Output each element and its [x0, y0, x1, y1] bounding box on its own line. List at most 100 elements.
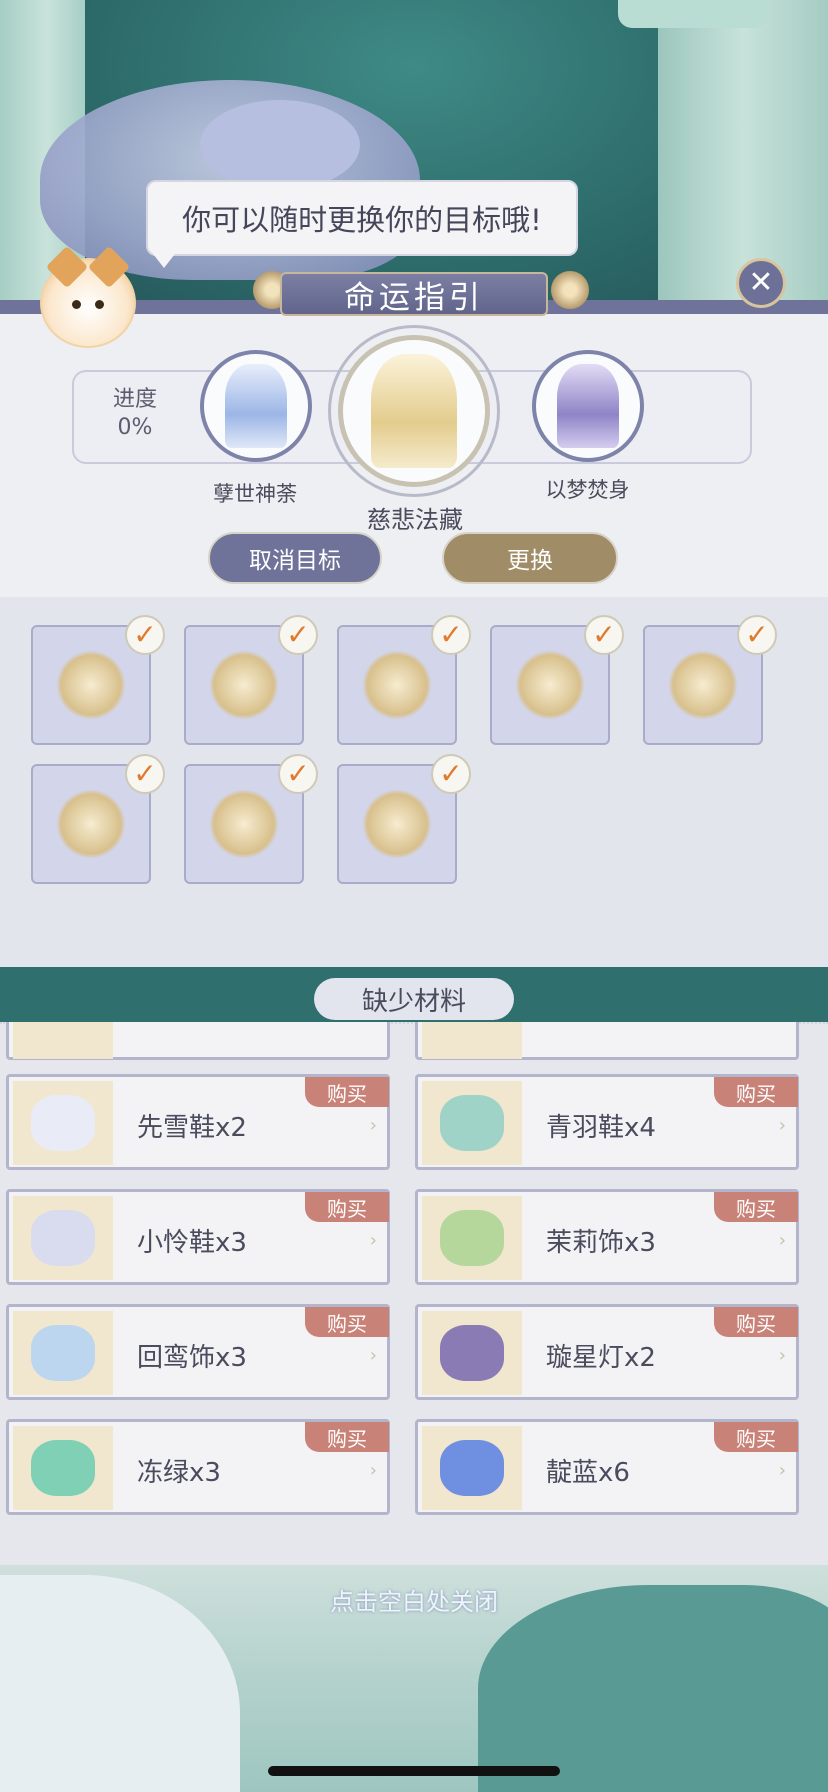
close-icon: ✕: [748, 265, 774, 300]
check-icon: ✓: [737, 615, 777, 655]
progress-label: 进度: [112, 387, 157, 412]
material-name: 小怜鞋x3: [137, 1228, 247, 1258]
material-card[interactable]: 青羽鞋x4 购买 ›: [415, 1074, 799, 1170]
chevron-right-icon: ›: [778, 1345, 786, 1366]
buy-button[interactable]: 购买: [305, 1192, 389, 1222]
green-shoes-icon: [440, 1095, 504, 1151]
earrings-icon: [209, 650, 279, 720]
material-thumb: [13, 1081, 113, 1165]
buy-button[interactable]: 购买: [714, 1192, 798, 1222]
material-card[interactable]: 茉莉饰x3 购买 ›: [415, 1189, 799, 1285]
buy-button[interactable]: 购买: [714, 1077, 798, 1107]
jasmine-ornament-icon: [440, 1210, 504, 1266]
check-icon: ✓: [584, 615, 624, 655]
material-thumb: [422, 1196, 522, 1280]
owned-item-ear-drops[interactable]: ✓: [31, 754, 165, 884]
material-thumb: [422, 1081, 522, 1165]
owned-item-hair[interactable]: ✓: [31, 615, 165, 745]
cancel-target-button[interactable]: 取消目标: [208, 532, 382, 584]
buy-button[interactable]: 购买: [305, 1307, 389, 1337]
flower-ornament-icon: [548, 268, 592, 312]
outfit-name-left: 孽世神荼: [213, 482, 297, 506]
outfit-option-left[interactable]: [200, 350, 312, 462]
change-target-button[interactable]: 更换: [442, 532, 618, 584]
buy-button[interactable]: 购买: [305, 1422, 389, 1452]
material-card[interactable]: 璇星灯x2 购买 ›: [415, 1304, 799, 1400]
chevron-right-icon: ›: [778, 1230, 786, 1251]
material-name: 璇星灯x2: [546, 1343, 656, 1373]
hair-icon: [56, 650, 126, 720]
chevron-right-icon: ›: [369, 1115, 377, 1136]
check-icon: ✓: [431, 615, 471, 655]
owned-item-shoes[interactable]: ✓: [490, 615, 624, 745]
material-thumb: [422, 1022, 522, 1059]
close-button[interactable]: ✕: [736, 258, 786, 308]
buy-button[interactable]: 购买: [305, 1077, 389, 1107]
materials-list[interactable]: 先雪鞋x2 购买 › 青羽鞋x4 购买 › 小怜鞋x3 购买 › 茉莉饰x3 购…: [0, 1022, 828, 1546]
owned-item-dress[interactable]: ✓: [643, 615, 777, 745]
chevron-right-icon: ›: [369, 1345, 377, 1366]
material-thumb: [13, 1196, 113, 1280]
material-card[interactable]: 先雪鞋x2 购买 ›: [6, 1074, 390, 1170]
material-card-partial[interactable]: [6, 1022, 390, 1060]
chevron-right-icon: ›: [778, 1115, 786, 1136]
material-card-partial[interactable]: [415, 1022, 799, 1060]
material-card[interactable]: 靛蓝x6 购买 ›: [415, 1419, 799, 1515]
outfit-option-main[interactable]: [338, 335, 490, 487]
check-icon: ✓: [125, 754, 165, 794]
dye-jar-icon: [31, 1440, 95, 1496]
mascot-eye: [72, 300, 81, 309]
material-thumb: [13, 1426, 113, 1510]
owned-item-bracelet[interactable]: ✓: [184, 754, 318, 884]
material-name: 茉莉饰x3: [546, 1228, 656, 1258]
material-thumb: [422, 1311, 522, 1395]
mascot-eye: [95, 300, 104, 309]
owned-item-headpiece[interactable]: ✓: [337, 615, 471, 745]
speech-bubble: 你可以随时更换你的目标哦!: [146, 180, 578, 256]
material-thumb: [13, 1022, 113, 1059]
outfit-name-main: 慈悲法藏: [367, 506, 463, 534]
home-indicator[interactable]: [268, 1766, 560, 1776]
outfit-left-image: [224, 364, 288, 448]
lantern-staff-icon: [440, 1325, 504, 1381]
check-icon: ✓: [278, 615, 318, 655]
chevron-right-icon: ›: [778, 1460, 786, 1481]
ear-drops-icon: [56, 789, 126, 859]
white-shoes-icon: [31, 1210, 95, 1266]
check-icon: ✓: [278, 754, 318, 794]
fox-mascot-avatar: [40, 245, 136, 348]
tap-to-close-hint[interactable]: 点击空白处关闭: [0, 1582, 828, 1617]
outfit-right-image: [556, 364, 620, 448]
headpiece-icon: [362, 650, 432, 720]
owned-item-earrings[interactable]: ✓: [184, 615, 318, 745]
material-thumb: [422, 1426, 522, 1510]
chevron-right-icon: ›: [369, 1460, 377, 1481]
speech-bubble-tail: [150, 250, 178, 268]
outfit-name-right: 以梦焚身: [545, 478, 630, 502]
scroll-cap: [618, 0, 768, 28]
check-icon: ✓: [431, 754, 471, 794]
buy-button[interactable]: 购买: [714, 1307, 798, 1337]
material-name: 冻绿x3: [137, 1458, 221, 1488]
dye-jar-icon: [440, 1440, 504, 1496]
outfit-option-right[interactable]: [532, 350, 644, 462]
material-name: 回鸾饰x3: [137, 1343, 247, 1373]
chevron-right-icon: ›: [369, 1230, 377, 1251]
material-card[interactable]: 回鸾饰x3 购买 ›: [6, 1304, 390, 1400]
owned-item-halo[interactable]: ✓: [337, 754, 471, 884]
page-title: 命运指引: [280, 272, 548, 316]
buy-button[interactable]: 购买: [714, 1422, 798, 1452]
outfit-main-image: [371, 354, 457, 468]
material-card[interactable]: 冻绿x3 购买 ›: [6, 1419, 390, 1515]
halo-icon: [362, 789, 432, 859]
scroll-pillar-right: [658, 0, 828, 300]
material-name: 先雪鞋x2: [137, 1113, 247, 1143]
dress-icon: [668, 650, 738, 720]
material-card[interactable]: 小怜鞋x3 购买 ›: [6, 1189, 390, 1285]
bracelet-icon: [209, 789, 279, 859]
check-icon: ✓: [125, 615, 165, 655]
material-name: 青羽鞋x4: [546, 1113, 656, 1143]
material-thumb: [13, 1311, 113, 1395]
pine-tree-top: [200, 100, 360, 190]
feather-ornament-icon: [31, 1325, 95, 1381]
